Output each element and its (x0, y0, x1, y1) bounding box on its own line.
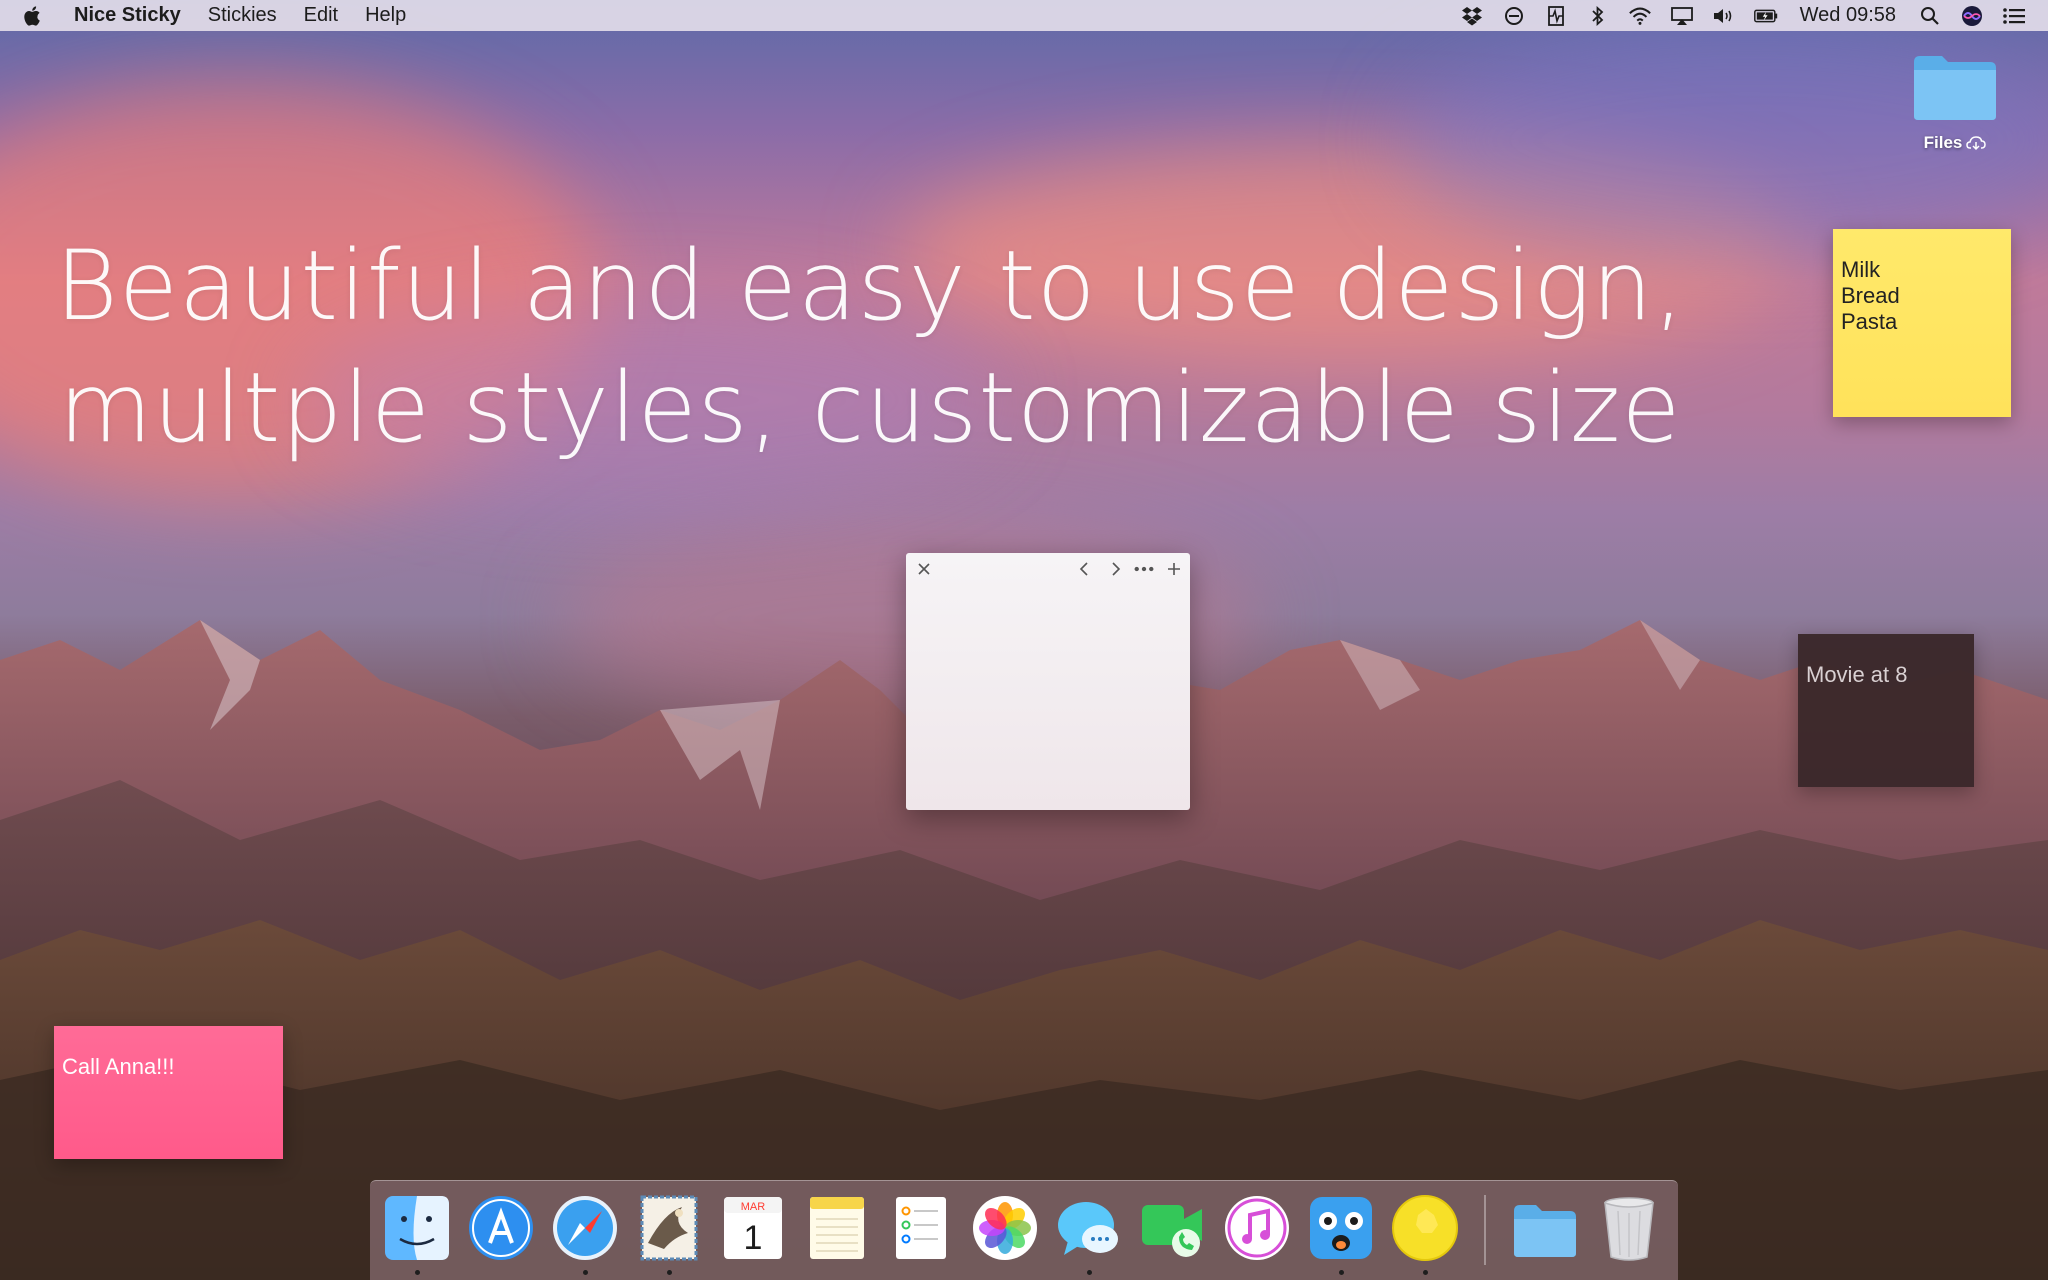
dock: MAR 1 (370, 1180, 1678, 1280)
files-label-text: Files (1923, 133, 1963, 152)
activity-monitor-icon[interactable] (1544, 4, 1568, 28)
hero-headline: Beautiful and easy to use design, multpl… (0, 225, 1740, 469)
running-indicator (1339, 1270, 1344, 1275)
menu-edit[interactable]: Edit (304, 4, 338, 27)
calendar-day: 1 (744, 1219, 763, 1257)
nice-sticky-icon[interactable] (1390, 1193, 1460, 1275)
itunes-icon[interactable] (1222, 1193, 1292, 1263)
wifi-icon[interactable] (1628, 4, 1652, 28)
siri-icon[interactable] (1960, 4, 1984, 28)
icloud-download-icon (1966, 136, 1987, 151)
status-area: Wed 09:58 (1460, 4, 2026, 28)
desktop-folder-files[interactable]: Files (1910, 52, 2000, 172)
desktop-folder-label: Files (1910, 133, 2000, 153)
running-indicator (1423, 1270, 1428, 1275)
more-icon[interactable] (1134, 559, 1154, 579)
trash-icon[interactable] (1594, 1193, 1664, 1263)
messages-icon[interactable] (1054, 1193, 1124, 1275)
note-toolbar (906, 553, 1190, 583)
menu-bar: Nice Sticky Stickies Edit Help Wed 09:58 (0, 0, 2048, 31)
reminders-icon[interactable] (886, 1193, 956, 1263)
menu-stickies[interactable]: Stickies (208, 4, 277, 27)
chevron-right-icon[interactable] (1106, 559, 1126, 579)
menu-app-name[interactable]: Nice Sticky (74, 4, 181, 27)
finder-icon[interactable] (382, 1193, 452, 1275)
desktop: Nice Sticky Stickies Edit Help Wed 09:58… (0, 0, 2048, 1280)
running-indicator (1087, 1270, 1092, 1275)
chevron-left-icon[interactable] (1074, 559, 1094, 579)
photos-icon[interactable] (970, 1193, 1040, 1263)
bluetooth-icon[interactable] (1586, 4, 1610, 28)
dock-divider (1484, 1195, 1486, 1265)
sticky-note-yellow[interactable]: Milk Bread Pasta (1833, 229, 2011, 417)
sticky-note-dark[interactable]: Movie at 8 (1798, 634, 1974, 787)
menu-clock[interactable]: Wed 09:58 (1800, 4, 1896, 27)
sticky-note-window[interactable] (906, 553, 1190, 810)
do-not-disturb-icon[interactable] (1502, 4, 1526, 28)
battery-icon[interactable] (1753, 4, 1778, 28)
hero-line-1: Beautiful and easy to use design, (54, 230, 1686, 342)
mail-icon[interactable] (634, 1193, 704, 1275)
running-indicator (583, 1270, 588, 1275)
running-indicator (415, 1270, 420, 1275)
tweetbot-icon[interactable] (1306, 1193, 1376, 1275)
hero-line-2: multple styles, customizable size (58, 352, 1682, 464)
apple-menu-icon[interactable] (22, 5, 44, 27)
notification-center-icon[interactable] (2002, 4, 2026, 28)
running-indicator (667, 1270, 672, 1275)
downloads-folder-icon[interactable] (1510, 1193, 1580, 1263)
menu-help[interactable]: Help (365, 4, 406, 27)
calendar-month: MAR (741, 1201, 766, 1213)
notes-icon[interactable] (802, 1193, 872, 1263)
safari-icon[interactable] (550, 1193, 620, 1275)
facetime-icon[interactable] (1138, 1193, 1208, 1263)
close-icon[interactable] (914, 559, 934, 579)
plus-icon[interactable] (1164, 559, 1184, 579)
spotlight-search-icon[interactable] (1918, 4, 1942, 28)
airplay-icon[interactable] (1670, 4, 1694, 28)
sticky-note-pink[interactable]: Call Anna!!! (54, 1026, 283, 1159)
calendar-icon[interactable]: MAR 1 (718, 1193, 788, 1263)
folder-icon (1914, 56, 1996, 120)
dropbox-icon[interactable] (1460, 4, 1484, 28)
volume-icon[interactable] (1712, 4, 1736, 28)
app-store-icon[interactable] (466, 1193, 536, 1263)
